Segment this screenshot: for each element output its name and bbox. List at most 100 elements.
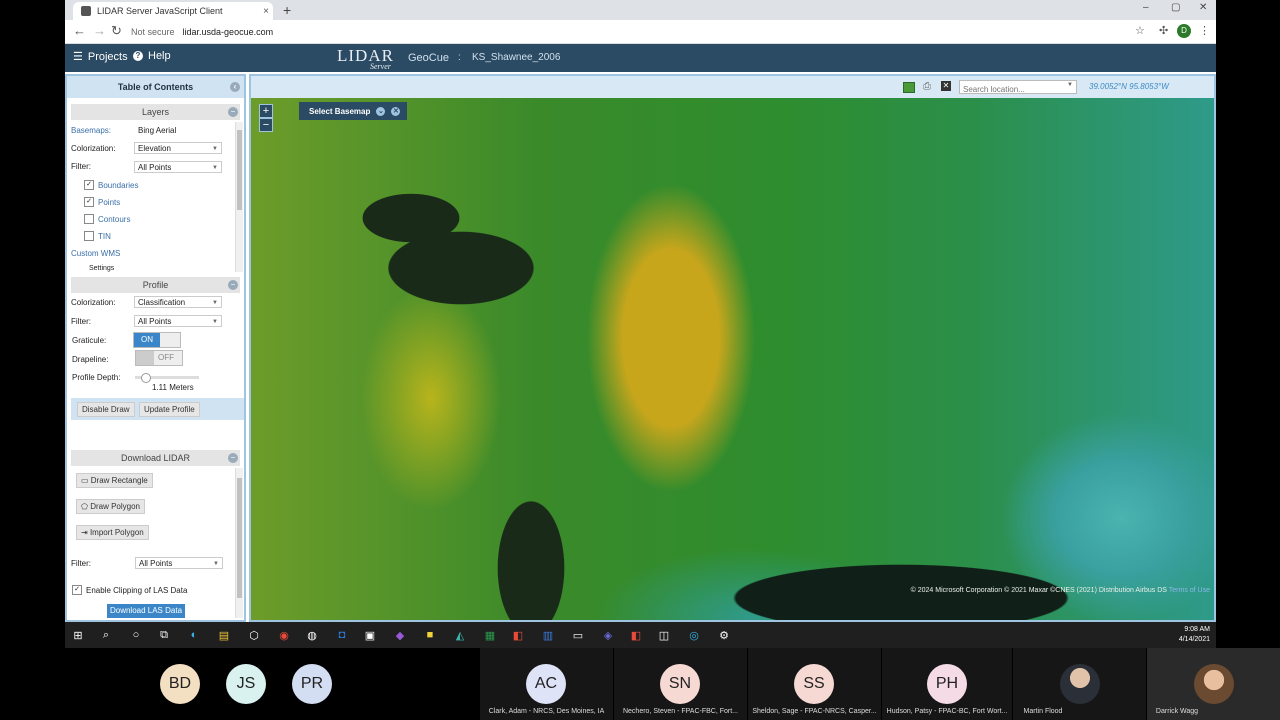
download-scrollbar[interactable] — [235, 468, 243, 618]
profile-avatar[interactable]: D — [1177, 24, 1191, 38]
profile-colorization-select[interactable]: Classification ▼ — [134, 296, 222, 308]
download-header[interactable]: Download LIDAR − — [71, 450, 240, 466]
close-icon[interactable]: ✕ — [391, 106, 401, 116]
excel-icon[interactable]: ▦ — [481, 626, 499, 644]
participant-tile[interactable]: BD — [158, 648, 202, 720]
outlook-icon[interactable]: ◘ — [333, 626, 351, 644]
layers-header[interactable]: Layers − — [71, 104, 240, 120]
zoom-out-button[interactable]: − — [259, 118, 273, 132]
chevron-down-icon[interactable]: ⌄ — [376, 106, 386, 116]
profile-collapse-icon[interactable]: − — [228, 280, 238, 290]
sticky-notes-icon[interactable]: ■ — [421, 626, 439, 644]
layers-scrollbar[interactable] — [235, 122, 243, 272]
extensions-icon[interactable]: ✣ — [1159, 24, 1168, 37]
layer-contours[interactable]: Contours — [84, 214, 130, 224]
start-icon[interactable]: ⊞ — [69, 626, 87, 644]
settings-gear-icon[interactable]: ⚙ — [715, 626, 733, 644]
omnibox[interactable]: Not secure lidar.usda-geocue.com — [131, 23, 1111, 40]
terminal-icon[interactable]: ▭ — [569, 626, 587, 644]
checkbox[interactable] — [84, 214, 94, 224]
word-icon[interactable]: ▥ — [539, 626, 557, 644]
participant-tile[interactable]: PR — [290, 648, 334, 720]
app-icon[interactable]: ◎ — [685, 626, 703, 644]
teams-icon[interactable]: ◈ — [599, 626, 617, 644]
filter-select[interactable]: All Points ▼ — [134, 161, 222, 173]
participant-tile[interactable]: PH Hudson, Patsy - FPAC-BC, Fort Wort... — [882, 648, 1012, 720]
forward-icon[interactable]: → — [93, 23, 106, 38]
visual-studio-icon[interactable]: ◆ — [391, 626, 409, 644]
grid-icon[interactable] — [903, 82, 915, 93]
terms-link[interactable]: Terms of Use — [1169, 587, 1210, 594]
graticule-toggle[interactable]: ON — [133, 332, 181, 348]
bookmark-star-icon[interactable]: ☆ — [1135, 24, 1145, 37]
download-filter-select[interactable]: All Points ▼ — [135, 557, 223, 569]
checkbox[interactable]: ✓ — [84, 180, 94, 190]
lp-app-icon[interactable]: ▣ — [361, 626, 379, 644]
clip-las-option[interactable]: ✓ Enable Clipping of LAS Data — [72, 585, 187, 595]
minimize-button[interactable]: – — [1143, 2, 1149, 13]
participant-tile[interactable]: AC Clark, Adam - NRCS, Des Moines, IA — [480, 648, 613, 720]
print-icon[interactable]: ⎙ — [923, 81, 931, 92]
app-icon[interactable]: ◍ — [303, 626, 321, 644]
participant-tile[interactable]: SN Nechero, Steven - FPAC-FBC, Fort... — [614, 648, 747, 720]
slider-handle[interactable] — [141, 373, 151, 383]
search-input[interactable] — [960, 83, 1066, 96]
download-las-button[interactable]: Download LAS Data — [107, 604, 185, 618]
draw-polygon-button[interactable]: ⬠ Draw Polygon — [76, 499, 145, 514]
checkbox[interactable] — [84, 231, 94, 241]
edge-icon[interactable]: ◐ — [185, 626, 203, 644]
task-view-icon[interactable]: ⧉ — [155, 626, 173, 644]
profile-header[interactable]: Profile − — [71, 277, 240, 293]
app-icon[interactable]: ◫ — [655, 626, 673, 644]
import-polygon-button[interactable]: ⇥ Import Polygon — [76, 525, 149, 540]
disable-draw-button[interactable]: Disable Draw — [77, 402, 135, 417]
filezilla-icon[interactable]: ◧ — [509, 626, 527, 644]
draw-rectangle-button[interactable]: ▭ Draw Rectangle — [76, 473, 153, 488]
select-basemap-panel[interactable]: Select Basemap ⌄ ✕ — [299, 102, 407, 120]
cortana-icon[interactable]: ○ — [127, 626, 145, 644]
download-collapse-icon[interactable]: − — [228, 453, 238, 463]
system-clock[interactable]: 9:08 AM 4/14/2021 — [1179, 625, 1210, 645]
participant-tile[interactable]: JS — [224, 648, 268, 720]
drapeline-toggle[interactable]: OFF — [135, 350, 183, 366]
scrollbar-thumb[interactable] — [237, 130, 242, 210]
profile-depth-slider[interactable] — [135, 373, 199, 383]
filezilla-icon[interactable]: ◧ — [627, 626, 645, 644]
help-menu[interactable]: ? Help — [133, 50, 171, 62]
file-explorer-icon[interactable]: ▤ — [215, 626, 233, 644]
layers-collapse-icon[interactable]: − — [228, 107, 238, 117]
layer-tin[interactable]: TIN — [84, 231, 111, 241]
projects-menu[interactable]: ☰ Projects — [73, 50, 128, 64]
colorization-select[interactable]: Elevation ▼ — [134, 142, 222, 154]
search-icon[interactable]: ⌕ — [97, 626, 115, 644]
scrollbar-thumb[interactable] — [237, 478, 242, 598]
tab-close-icon[interactable]: × — [259, 6, 273, 17]
app-icon[interactable]: ⬡ — [245, 626, 263, 644]
toc-collapse-icon[interactable]: ‹ — [230, 82, 240, 92]
basemaps-label[interactable]: Basemaps: — [71, 126, 111, 135]
zoom-in-button[interactable]: + — [259, 104, 273, 118]
browser-menu-icon[interactable]: ⋮ — [1199, 24, 1210, 37]
reload-icon[interactable]: ↻ — [111, 23, 122, 39]
maximize-button[interactable]: ▢ — [1171, 2, 1180, 13]
custom-wms-link[interactable]: Custom WMS — [71, 249, 120, 258]
checkbox[interactable]: ✓ — [84, 197, 94, 207]
participant-tile[interactable]: Darrick Wagg — [1147, 648, 1280, 720]
clear-icon[interactable]: ✕ — [941, 81, 951, 91]
browser-tab[interactable]: LIDAR Server JavaScript Client × — [73, 2, 273, 20]
location-search[interactable]: ▼ — [959, 80, 1077, 96]
checkbox[interactable]: ✓ — [72, 585, 82, 595]
app-icon[interactable]: ◭ — [451, 626, 469, 644]
participant-tile[interactable]: SS Sheldon, Sage - FPAC-NRCS, Casper... — [748, 648, 881, 720]
participant-tile[interactable]: Martin Flood — [1013, 648, 1146, 720]
lidar-point-cloud-map[interactable]: + − Select Basemap ⌄ ✕ © 2024 Microsoft … — [251, 98, 1214, 620]
profile-filter-select[interactable]: All Points ▼ — [134, 315, 222, 327]
update-profile-button[interactable]: Update Profile — [139, 402, 200, 417]
layer-boundaries[interactable]: ✓ Boundaries — [84, 180, 138, 190]
window-close-button[interactable]: ✕ — [1199, 2, 1207, 13]
new-tab-button[interactable]: + — [283, 2, 291, 18]
chrome-icon[interactable]: ◉ — [275, 626, 293, 644]
layer-points[interactable]: ✓ Points — [84, 197, 120, 207]
settings-label[interactable]: Settings — [89, 265, 114, 272]
back-icon[interactable]: ← — [73, 23, 86, 38]
